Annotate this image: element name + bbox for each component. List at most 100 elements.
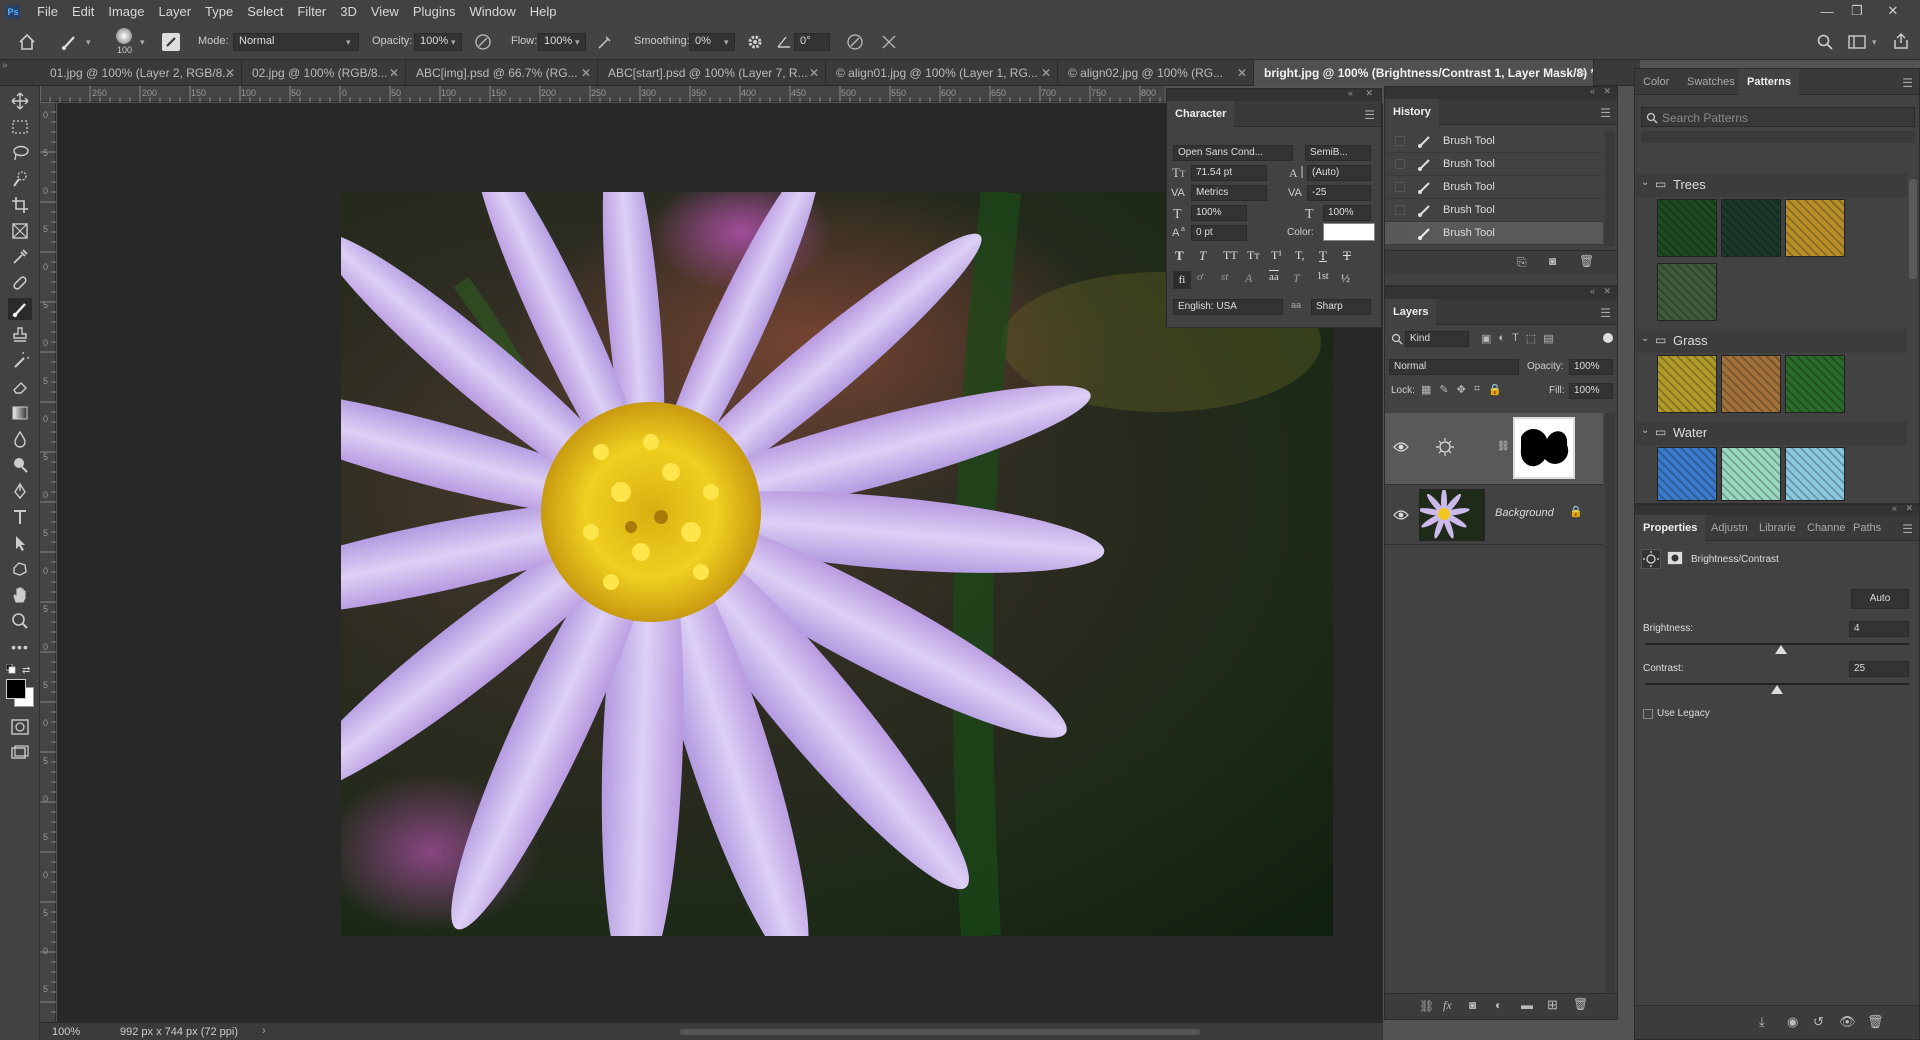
layer-filter-select[interactable]: Kind: [1405, 331, 1469, 347]
reset-icon[interactable]: ↺: [1813, 1014, 1824, 1030]
language-select[interactable]: English: USA: [1173, 299, 1283, 315]
pattern-swatch[interactable]: [1657, 447, 1717, 501]
panel-menu-icon[interactable]: ☰: [1364, 108, 1375, 122]
collapse-icon[interactable]: «: [1892, 503, 1897, 513]
chevron-down-icon[interactable]: ▾: [451, 37, 456, 48]
trash-icon[interactable]: 🗑: [1573, 997, 1588, 1011]
layer-thumbnail[interactable]: [1419, 489, 1485, 541]
smart-object-filter-icon[interactable]: ▤: [1543, 332, 1553, 345]
angle-field[interactable]: 0°: [794, 33, 830, 51]
visibility-eye-icon[interactable]: [1393, 441, 1409, 453]
tracking-field[interactable]: -25: [1307, 185, 1371, 201]
brush-settings-icon[interactable]: [162, 33, 180, 51]
history-item[interactable]: Brush Tool: [1385, 130, 1603, 153]
collapse-icon[interactable]: «: [1348, 88, 1353, 98]
text-color-swatch[interactable]: [1323, 223, 1375, 241]
stylistic-alternates-button[interactable]: A: [1245, 271, 1263, 289]
document-tab[interactable]: 01.jpg @ 100% (Layer 2, RGB/8... ✕: [40, 60, 242, 86]
menu-file[interactable]: File: [30, 0, 65, 24]
menu-select[interactable]: Select: [240, 0, 290, 24]
pattern-size-bar[interactable]: [1641, 131, 1915, 143]
menu-edit[interactable]: Edit: [65, 0, 101, 24]
superscript-button[interactable]: T¹: [1271, 248, 1289, 264]
lock-position-icon[interactable]: ✥: [1457, 383, 1466, 396]
menu-type[interactable]: Type: [198, 0, 240, 24]
search-icon[interactable]: [1816, 33, 1834, 51]
pattern-group-header[interactable]: ⌄ ▭ Grass: [1635, 329, 1907, 353]
history-item[interactable]: Brush Tool: [1385, 176, 1603, 199]
tab-adjustments[interactable]: Adjustn: [1703, 515, 1756, 541]
vertical-scrollbar[interactable]: [1605, 413, 1615, 993]
trash-icon[interactable]: 🗑: [1579, 254, 1594, 268]
frame-tool-icon[interactable]: [8, 220, 32, 242]
layer-mask-thumbnail[interactable]: [1513, 417, 1575, 479]
vertical-scale-field[interactable]: 100%: [1191, 205, 1247, 221]
tab-patterns[interactable]: Patterns: [1739, 69, 1800, 95]
brightness-field[interactable]: 4: [1849, 621, 1909, 637]
add-mask-icon[interactable]: ◙: [1469, 998, 1476, 1012]
type-tool-icon[interactable]: [8, 506, 32, 528]
document-tab[interactable]: ABC[start].psd @ 100% (Layer 7, R... ✕: [598, 60, 826, 86]
new-layer-icon[interactable]: ⊞: [1547, 997, 1558, 1013]
swash-button[interactable]: st: [1221, 271, 1239, 289]
close-panel-icon[interactable]: ✕: [1365, 88, 1373, 99]
zoom-tool-icon[interactable]: [8, 610, 32, 632]
underline-button[interactable]: T: [1319, 248, 1337, 264]
tab-libraries[interactable]: Librarie: [1751, 515, 1804, 541]
close-tab-icon[interactable]: ✕: [1041, 60, 1051, 86]
status-menu-arrow[interactable]: ›: [262, 1025, 266, 1037]
shape-tool-icon[interactable]: [8, 558, 32, 580]
collapse-icon[interactable]: «: [1590, 286, 1595, 296]
eraser-tool-icon[interactable]: [8, 376, 32, 398]
document-tab-active[interactable]: bright.jpg @ 100% (Brightness/Contrast 1…: [1254, 60, 1594, 86]
history-item[interactable]: Brush Tool: [1385, 153, 1603, 176]
eyedropper-tool-icon[interactable]: [8, 246, 32, 268]
antialias-select[interactable]: Sharp: [1311, 299, 1371, 315]
quick-selection-tool-icon[interactable]: [8, 168, 32, 190]
pattern-swatch[interactable]: [1721, 199, 1781, 257]
default-colors-icon[interactable]: [6, 664, 20, 674]
history-source-checkbox[interactable]: [1395, 159, 1405, 169]
collapse-icon[interactable]: «: [1590, 86, 1595, 96]
close-panel-icon[interactable]: ✕: [1905, 503, 1913, 514]
menu-3d[interactable]: 3D: [333, 0, 364, 24]
titling-button[interactable]: aa: [1269, 271, 1287, 289]
shape-filter-icon[interactable]: ⬚: [1526, 332, 1536, 345]
all-caps-button[interactable]: TT: [1223, 248, 1241, 264]
mask-icon[interactable]: [1667, 551, 1683, 565]
gear-icon[interactable]: [746, 33, 764, 51]
zoom-level[interactable]: 100%: [52, 1026, 80, 1038]
clip-to-layer-icon[interactable]: ⤓: [1759, 1014, 1765, 1030]
link-layers-icon[interactable]: ⛓: [1419, 999, 1434, 1013]
pattern-swatch[interactable]: [1785, 199, 1845, 257]
faux-italic-button[interactable]: T: [1199, 248, 1217, 264]
ordinals-button[interactable]: 1st: [1317, 271, 1335, 289]
vertical-scrollbar[interactable]: [1909, 179, 1917, 279]
screen-mode-icon[interactable]: [8, 742, 32, 764]
workspace-icon[interactable]: [1848, 34, 1866, 50]
layer-row[interactable]: Background 🔒: [1385, 485, 1603, 545]
menu-window[interactable]: Window: [462, 0, 522, 24]
lock-transparent-icon[interactable]: ▦: [1421, 383, 1431, 396]
chevron-down-icon[interactable]: ▾: [140, 37, 145, 48]
fill-field[interactable]: 100%: [1569, 383, 1613, 399]
panel-menu-icon[interactable]: ☰: [1600, 106, 1611, 120]
foreground-color-swatch[interactable]: [6, 679, 26, 699]
more-tools-icon[interactable]: •••: [8, 636, 32, 658]
crop-tool-icon[interactable]: [8, 194, 32, 216]
new-adjustment-icon[interactable]: ◐: [1495, 998, 1502, 1012]
close-tab-icon[interactable]: ✕: [389, 60, 399, 86]
brush-preset-icon[interactable]: [60, 32, 80, 52]
auto-button[interactable]: Auto: [1851, 589, 1909, 609]
visibility-eye-icon[interactable]: 👁: [1839, 1014, 1856, 1030]
pressure-size-icon[interactable]: [846, 33, 864, 51]
type-filter-icon[interactable]: T: [1512, 332, 1519, 345]
chevron-down-icon[interactable]: ⌄: [1641, 425, 1649, 436]
font-style-select[interactable]: SemiB...: [1305, 145, 1371, 161]
contextual-button[interactable]: T: [1293, 271, 1311, 289]
horizontal-scrollbar[interactable]: [680, 1029, 1200, 1035]
filter-toggle-icon[interactable]: [1603, 333, 1613, 343]
layer-row-selected[interactable]: ⛓: [1385, 413, 1603, 485]
kerning-field[interactable]: Metrics: [1191, 185, 1267, 201]
chevron-down-icon[interactable]: ⌄: [1641, 333, 1649, 344]
